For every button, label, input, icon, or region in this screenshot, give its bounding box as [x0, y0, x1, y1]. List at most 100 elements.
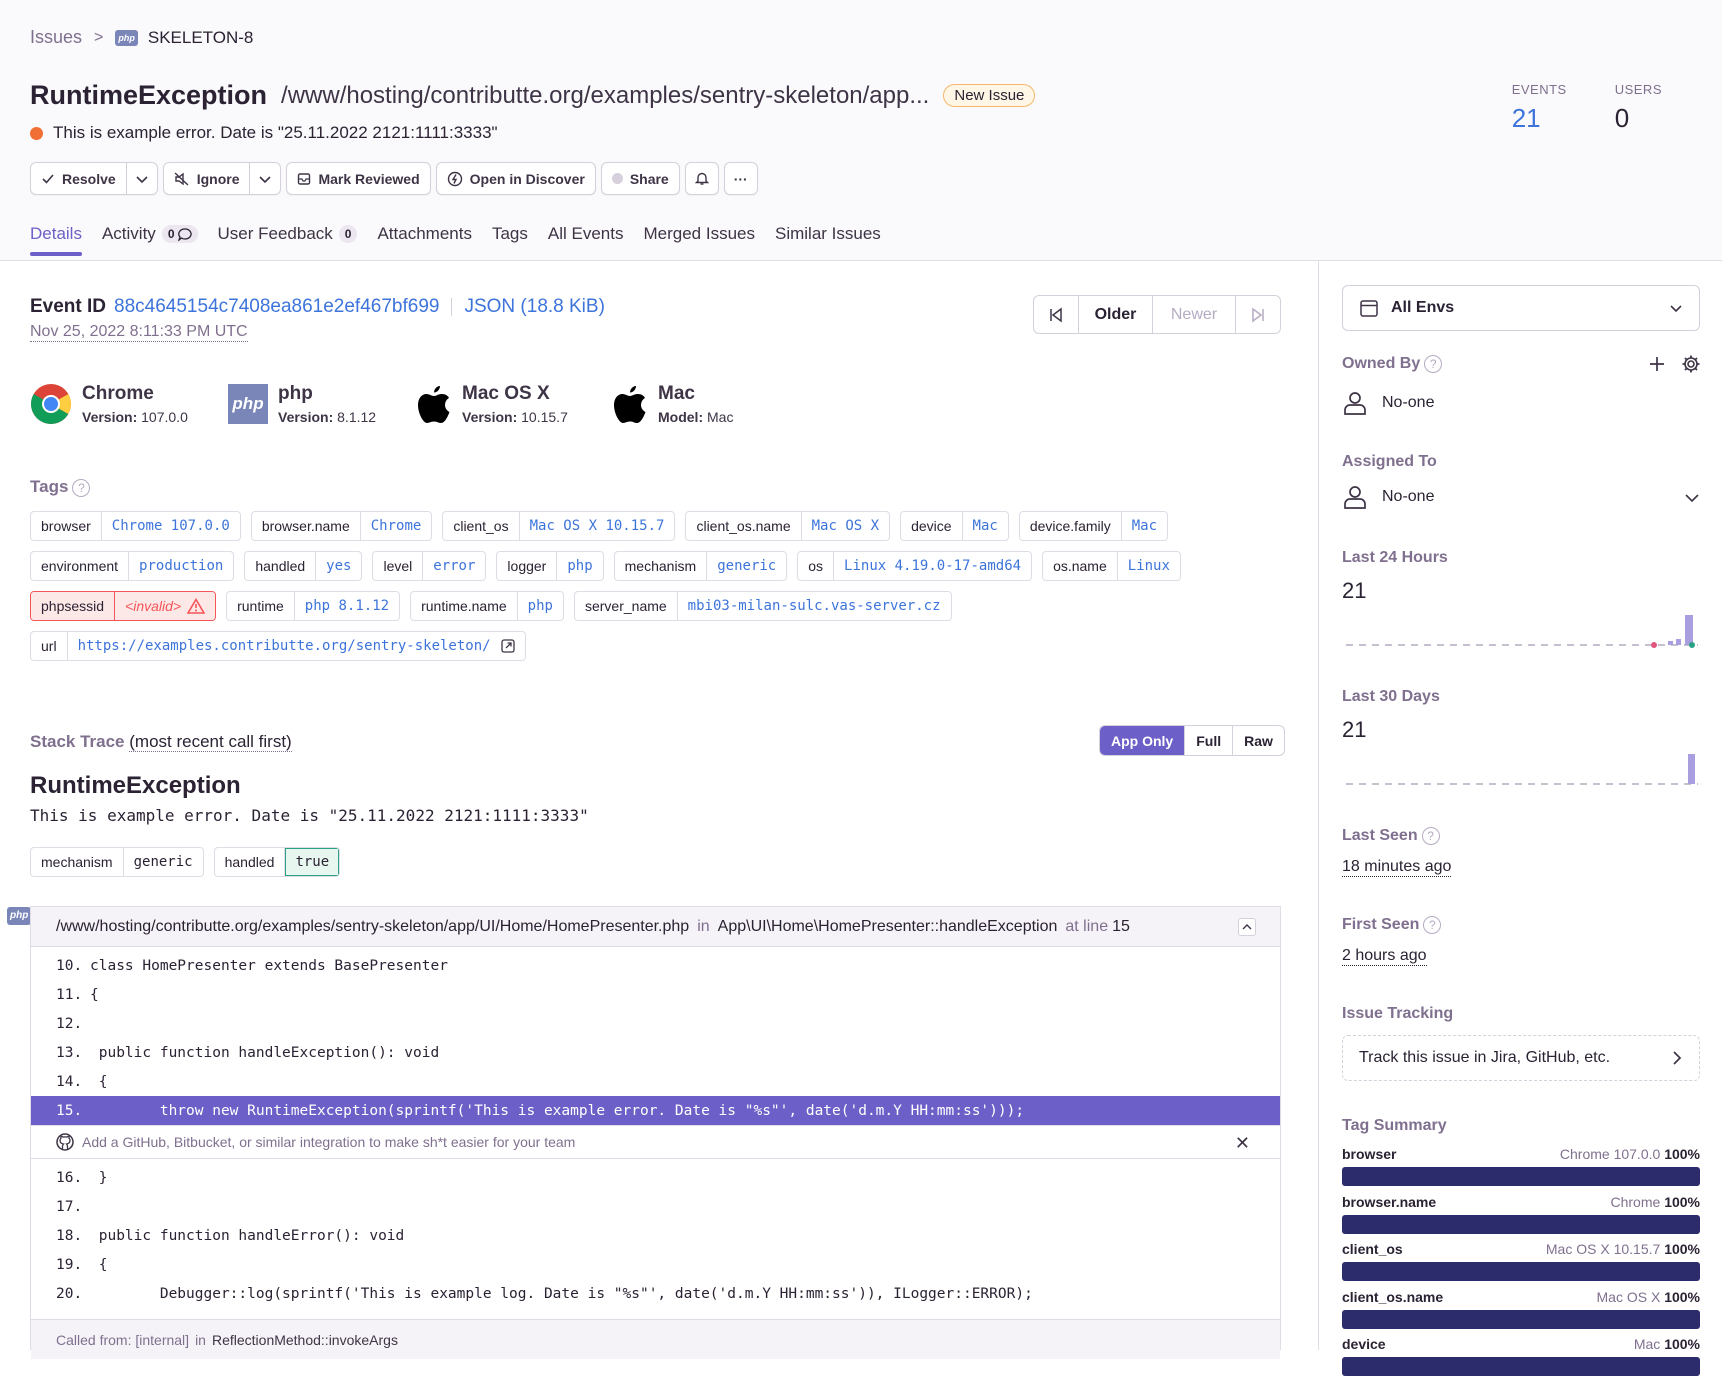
release-marker[interactable]	[1651, 642, 1657, 648]
tag-device[interactable]: device Mac	[900, 511, 1009, 541]
tag-summary-item[interactable]: browser.name Chrome 100%	[1342, 1194, 1700, 1234]
line-code: throw new RuntimeException(sprintf('This…	[90, 1102, 1025, 1119]
tab-label: Tags	[491, 224, 528, 243]
tag-value[interactable]: php	[557, 552, 602, 580]
tag-value[interactable]: Mac OS X 10.15.7	[520, 512, 675, 540]
context-browser: Chrome Version: 107.0.0	[30, 383, 190, 425]
tab-label: Merged Issues	[643, 224, 755, 243]
tag-os[interactable]: os Linux 4.19.0-17-amd64	[797, 551, 1033, 581]
frame-header[interactable]: /www/hosting/contributte.org/examples/se…	[31, 907, 1280, 947]
help-icon[interactable]: ?	[1424, 355, 1443, 373]
tag-summary-item[interactable]: browser Chrome 107.0.0 100%	[1342, 1146, 1700, 1186]
code-line: 14. {	[31, 1067, 1280, 1096]
called-from-frame[interactable]: Called from: [internal] in ReflectionMet…	[31, 1319, 1280, 1359]
event-marker[interactable]	[1689, 642, 1695, 648]
more-actions-button[interactable]: ···	[723, 162, 758, 195]
tag-value[interactable]: production	[129, 552, 233, 580]
collapse-frame-button[interactable]	[1238, 918, 1256, 936]
tag-os-name[interactable]: os.name Linux	[1042, 551, 1181, 581]
tag-summary-item[interactable]: client_os Mac OS X 10.15.7 100%	[1342, 1241, 1700, 1281]
tab-similar-issues[interactable]: Similar Issues	[775, 224, 881, 255]
tag-summary-item[interactable]: device Mac 100%	[1342, 1336, 1700, 1376]
tag-server_name[interactable]: server_name mbi03-milan-sulc.vas-server.c…	[573, 591, 952, 621]
environment-selector[interactable]: All Envs	[1342, 285, 1700, 331]
gear-icon[interactable]	[1681, 354, 1701, 374]
tag-value[interactable]: Mac	[1122, 512, 1167, 540]
tab-user-feedback[interactable]: User Feedback 0	[218, 224, 358, 255]
tab-tags[interactable]: Tags	[492, 224, 528, 255]
integration-prompt-text[interactable]: Add a GitHub, Bitbucket, or similar inte…	[82, 1134, 575, 1150]
tag-environment[interactable]: environment production	[30, 551, 235, 581]
tag-url[interactable]: url https://examples.contributte.org/sent…	[30, 631, 526, 661]
ignore-dropdown-button[interactable]	[250, 162, 282, 195]
issue-tracking-button[interactable]: Track this issue in Jira, GitHub, etc.	[1342, 1035, 1700, 1081]
context-value: 107.0.0	[141, 409, 188, 425]
assignee-selector[interactable]: No-one	[1342, 484, 1700, 510]
share-button[interactable]: Share	[600, 162, 680, 195]
called-in: in	[195, 1331, 206, 1348]
tag-value[interactable]: https://examples.contributte.org/sentry-…	[68, 632, 525, 660]
tag-browser-name[interactable]: browser.name Chrome	[250, 511, 433, 541]
resolve-dropdown-button[interactable]	[126, 162, 158, 195]
open-in-discover-button[interactable]: Open in Discover	[435, 162, 596, 195]
tag-value[interactable]: Linux 4.19.0-17-amd64	[834, 552, 1031, 580]
tag-handled[interactable]: handled yes	[244, 551, 363, 581]
tag-value[interactable]: mbi03-milan-sulc.vas-server.cz	[678, 592, 951, 620]
tag-level[interactable]: level error	[372, 551, 487, 581]
tag-summary-value: Chrome 100%	[1611, 1194, 1701, 1210]
tag-value[interactable]: generic	[707, 552, 786, 580]
ignore-button[interactable]: Ignore	[162, 162, 251, 195]
tab-merged-issues[interactable]: Merged Issues	[643, 224, 755, 255]
resolve-button[interactable]: Resolve	[30, 162, 127, 195]
add-icon[interactable]	[1648, 355, 1666, 373]
tab-all-events[interactable]: All Events	[548, 224, 624, 255]
newer-event-button[interactable]: Newer	[1153, 296, 1236, 333]
help-icon[interactable]: ?	[1423, 916, 1442, 934]
help-icon[interactable]: ?	[72, 478, 91, 497]
tag-value-text: yes	[326, 558, 352, 574]
tag-runtime-name[interactable]: runtime.name php	[410, 591, 564, 621]
share-status-icon	[611, 173, 623, 184]
context-value: 10.15.7	[521, 409, 568, 425]
older-event-button[interactable]: Older	[1079, 296, 1153, 333]
tag-summary-bar	[1342, 1309, 1700, 1329]
tag-client_os[interactable]: client_os Mac OS X 10.15.7	[442, 511, 676, 541]
tab-activity[interactable]: Activity 0	[102, 224, 198, 255]
tag-device-family[interactable]: device.family Mac	[1018, 511, 1169, 541]
tag-value[interactable]: Chrome 107.0.0	[102, 512, 240, 540]
external-link-icon[interactable]	[500, 639, 515, 653]
mark-reviewed-button[interactable]: Mark Reviewed	[286, 162, 431, 195]
tag-value[interactable]: php 8.1.12	[295, 592, 399, 620]
tag-value[interactable]: error	[423, 552, 485, 580]
breadcrumb-issues-link[interactable]: Issues	[30, 27, 82, 48]
tag-runtime[interactable]: runtime php 8.1.12	[226, 591, 401, 621]
full-button[interactable]: Full	[1185, 726, 1234, 755]
tag-value[interactable]: php	[518, 592, 563, 620]
app-only-button[interactable]: App Only	[1100, 726, 1186, 755]
stack-order-toggle[interactable]: (most recent call first)	[129, 732, 292, 752]
tab-details[interactable]: Details	[30, 224, 82, 256]
tag-value[interactable]: Linux	[1118, 552, 1180, 580]
tag-logger[interactable]: logger php	[496, 551, 604, 581]
close-icon[interactable]: ✕	[1235, 1133, 1250, 1154]
json-link[interactable]: JSON (18.8 KiB)	[464, 296, 604, 318]
tag-client_os-name[interactable]: client_os.name Mac OS X	[685, 511, 891, 541]
tab-attachments[interactable]: Attachments	[377, 224, 472, 255]
tag-value[interactable]: Chrome	[361, 512, 432, 540]
event-id-link[interactable]: 88c4645154c7408ea861e2ef467bf699	[114, 296, 439, 318]
tag-value[interactable]: Mac	[963, 512, 1008, 540]
tag-value[interactable]: <invalid>	[115, 592, 216, 620]
tag-mechanism[interactable]: mechanism generic	[613, 551, 788, 581]
raw-button[interactable]: Raw	[1233, 726, 1284, 755]
last-event-button[interactable]	[1236, 296, 1280, 333]
help-icon[interactable]: ?	[1421, 827, 1440, 845]
events-count[interactable]: 21	[1512, 103, 1567, 134]
first-event-button[interactable]	[1034, 296, 1079, 333]
tag-browser[interactable]: browser Chrome 107.0.0	[30, 511, 241, 541]
tag-value[interactable]: Mac OS X	[802, 512, 889, 540]
tag-value[interactable]: yes	[316, 552, 361, 580]
activity-count-badge: 0	[161, 225, 198, 243]
tag-phpsessid[interactable]: phpsessid <invalid>	[30, 591, 217, 621]
subscribe-button[interactable]	[684, 162, 719, 195]
tag-summary-item[interactable]: client_os.name Mac OS X 100%	[1342, 1289, 1700, 1329]
